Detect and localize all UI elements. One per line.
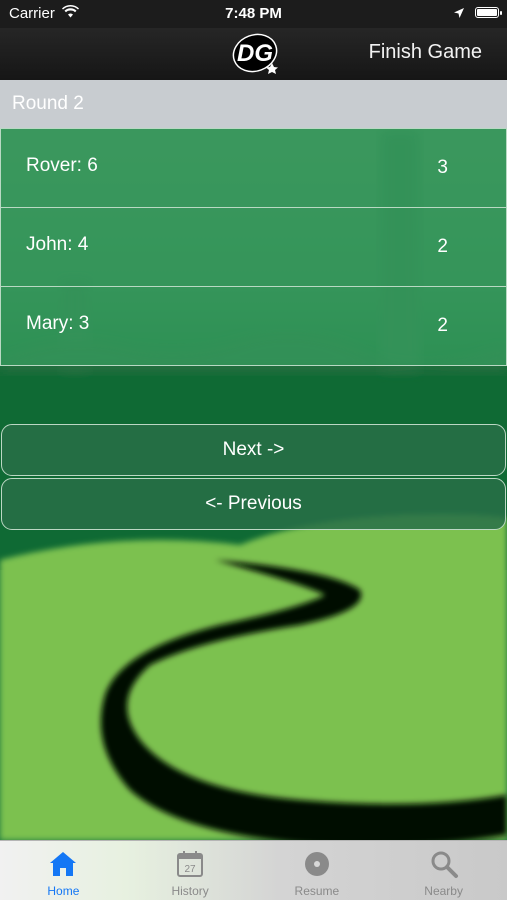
search-icon [431,851,458,878]
player-score: 2 [437,315,448,336]
navigation-bar: DG Finish Game [0,28,507,80]
svg-text:DG: DG [237,40,273,67]
tab-bar: Home 27 History Resume Nearby [0,840,507,900]
previous-button[interactable]: <- Previous [1,478,506,530]
clock: 7:48 PM [225,5,282,22]
finish-game-button[interactable]: Finish Game [369,41,482,64]
tab-label: Nearby [424,884,463,898]
player-name: Rover: 6 [26,155,98,176]
tab-label: History [171,884,209,898]
app-logo: DG [232,33,278,74]
battery-icon [475,7,502,18]
calendar-icon: 27 [177,851,204,877]
tab-label: Resume [294,884,340,898]
round-title: Round 2 [12,93,84,114]
location-arrow-icon [453,6,465,23]
player-score: 3 [437,157,448,178]
tab-resume[interactable]: Resume [254,841,381,900]
player-list: Rover: 6 3 John: 4 2 Mary: 3 2 [0,128,507,366]
player-row[interactable]: Rover: 6 3 [0,128,507,208]
player-row[interactable]: Mary: 3 2 [0,286,507,366]
tab-history[interactable]: 27 History [127,841,254,900]
tab-home[interactable]: Home [0,841,127,900]
tab-nearby[interactable]: Nearby [380,841,507,900]
player-name: Mary: 3 [26,313,90,334]
tab-label: Home [47,884,80,898]
player-row[interactable]: John: 4 2 [0,207,507,287]
disc-icon [304,852,329,876]
round-header: Round 2 [0,80,507,128]
player-name: John: 4 [26,234,89,255]
next-button[interactable]: Next -> [1,424,506,476]
home-icon [50,852,77,876]
status-bar: Carrier 7:48 PM [0,0,507,28]
calendar-day: 27 [185,864,197,875]
player-score: 2 [437,236,448,257]
